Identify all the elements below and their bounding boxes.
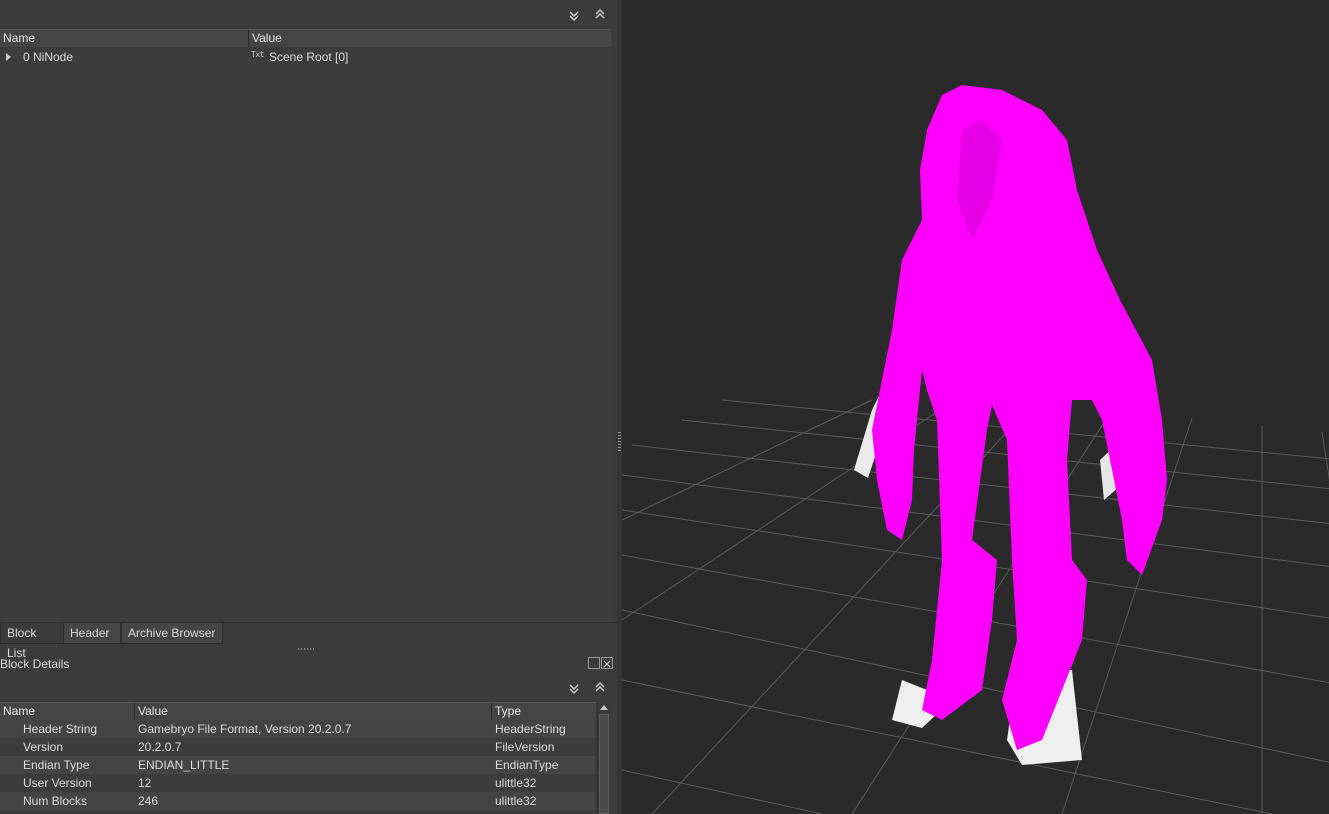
close-dock-icon[interactable] [601, 657, 613, 669]
block-details-title: Block Details [0, 657, 70, 671]
row-type: FileVersion [495, 740, 555, 754]
row-name: Num Blocks [23, 794, 88, 808]
row-type: HeaderString [495, 722, 566, 736]
row-name: User Version [23, 776, 92, 790]
row-value: 20.2.0.7 [138, 740, 182, 754]
splitter-grip-icon [618, 432, 621, 452]
row-value: ENDIAN_LITTLE [138, 758, 230, 772]
row-value: 246 [138, 794, 159, 808]
details-expand-icon[interactable] [592, 679, 608, 695]
dock-buttons [588, 657, 613, 669]
tree-row[interactable]: 0 NiNode Txt Scene Root [0] [0, 48, 611, 66]
details-column-type[interactable]: Type [491, 703, 595, 720]
details-column-value[interactable]: Value [134, 703, 493, 720]
scroll-up-arrow-icon[interactable] [600, 705, 608, 710]
tab-header[interactable]: Header [63, 623, 121, 644]
row-value: Gamebryo File Format, Version 20.2.0.7 [138, 722, 352, 736]
block-list-tree[interactable]: 0 NiNode Txt Scene Root [0] [0, 47, 611, 622]
left-panel: Name Value 0 NiNode Txt Scene Root [0] B… [0, 0, 617, 814]
model-body-magenta [872, 85, 1167, 750]
splitter-grip-icon [298, 648, 316, 650]
table-row[interactable]: Endian Type ENDIAN_LITTLE EndianType [0, 756, 596, 774]
row-type: ulittle32 [495, 776, 537, 790]
tree-row-value: Scene Root [0] [269, 50, 349, 64]
float-dock-icon[interactable] [588, 657, 600, 669]
double-chevron-down-icon[interactable] [566, 8, 582, 24]
table-row[interactable]: User Version 12 ulittle32 [0, 774, 596, 792]
column-header-value[interactable]: Value [248, 30, 612, 47]
row-name: Version [23, 740, 64, 754]
expand-arrow-icon[interactable] [6, 53, 11, 61]
double-chevron-up-icon[interactable] [592, 6, 608, 22]
table-row[interactable]: Version 20.2.0.7 FileVersion [0, 738, 596, 756]
viewport-scene [622, 85, 1329, 814]
details-scrollbar[interactable] [597, 702, 611, 814]
row-name: Header String [23, 722, 98, 736]
row-type: ulittle32 [495, 794, 537, 808]
details-collapse-icon[interactable] [566, 681, 582, 697]
bottom-tabbar: Block List Header Archive Browser [0, 622, 617, 660]
column-header-name[interactable]: Name [0, 30, 248, 47]
tab-block-list[interactable]: Block List [0, 623, 64, 660]
table-row[interactable]: Num Blocks 246 ulittle32 [0, 792, 596, 810]
row-value: 12 [138, 776, 152, 790]
details-column-name[interactable]: Name [0, 703, 134, 720]
row-name: Endian Type [23, 758, 90, 772]
text-type-icon: Txt [251, 50, 264, 59]
horizontal-splitter[interactable] [0, 645, 617, 651]
tab-archive-browser[interactable]: Archive Browser [121, 623, 223, 644]
character-model [854, 85, 1167, 765]
row-type: EndianType [495, 758, 559, 772]
scrollbar-thumb[interactable] [599, 714, 609, 814]
block-list-toolbar [0, 0, 617, 28]
block-details-table: Header String Gamebryo File Format, Vers… [0, 720, 596, 814]
block-list-header: Name Value [0, 29, 611, 48]
block-details-header: Name Value Type [0, 702, 596, 721]
table-row[interactable]: Header String Gamebryo File Format, Vers… [0, 720, 596, 738]
tree-row-name: 0 NiNode [23, 50, 74, 64]
3d-viewport[interactable] [622, 0, 1329, 814]
